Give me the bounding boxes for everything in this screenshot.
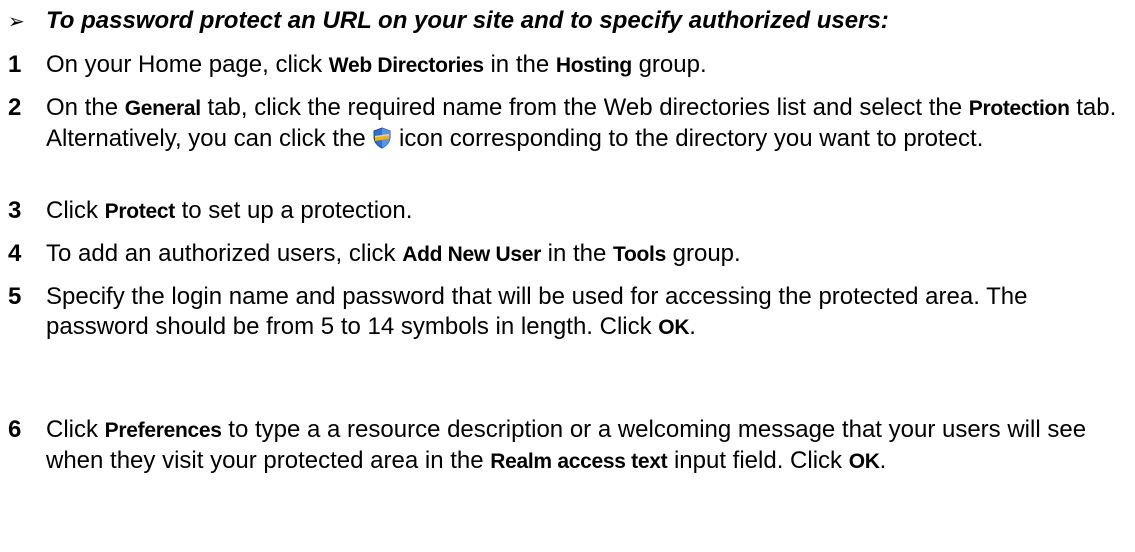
shield-icon — [372, 127, 392, 149]
ui-term-ok: OK — [658, 316, 690, 339]
ui-term-ok: OK — [848, 450, 880, 473]
ui-term-add-new-user: Add New User — [402, 243, 541, 266]
step-1: 1 On your Home page, click Web Directori… — [8, 50, 1133, 81]
step-text: On the General tab, click the required n… — [46, 94, 1117, 152]
step-text: To add an authorized users, click Add Ne… — [46, 240, 741, 267]
step-6: 6 Click Preferences to type a a resource… — [8, 415, 1133, 477]
step-number: 5 — [8, 283, 22, 310]
step-3: 3 Click Protect to set up a protection. — [8, 196, 1133, 227]
ui-term-tools: Tools — [613, 243, 666, 266]
step-text: Specify the login name and password that… — [46, 283, 1028, 340]
ui-term-hosting: Hosting — [555, 54, 632, 77]
ui-term-realm-access-text: Realm access text — [490, 450, 668, 473]
step-number: 6 — [8, 416, 22, 443]
arrow-bullet-icon: ➢ — [8, 11, 25, 33]
step-number: 3 — [8, 197, 22, 224]
procedure-heading-text: To password protect an URL on your site … — [46, 7, 889, 34]
procedure-heading: ➢ To password protect an URL on your site… — [8, 6, 889, 37]
step-5: 5 Specify the login name and password th… — [8, 282, 1133, 343]
ui-term-preferences: Preferences — [104, 419, 222, 442]
ui-term-protect: Protect — [104, 200, 176, 223]
ui-term-web-directories: Web Directories — [328, 54, 484, 77]
step-number: 1 — [8, 51, 22, 78]
step-4: 4 To add an authorized users, click Add … — [8, 239, 1133, 270]
ui-term-protection: Protection — [968, 97, 1070, 120]
step-2: 2 On the General tab, click the required… — [8, 93, 1133, 154]
step-text: On your Home page, click Web Directories… — [46, 51, 707, 78]
step-text: Click Preferences to type a a resource d… — [46, 416, 1087, 474]
ui-term-general: General — [124, 97, 201, 120]
step-number: 2 — [8, 94, 22, 121]
step-text: Click Protect to set up a protection. — [46, 197, 413, 224]
step-number: 4 — [8, 240, 22, 267]
